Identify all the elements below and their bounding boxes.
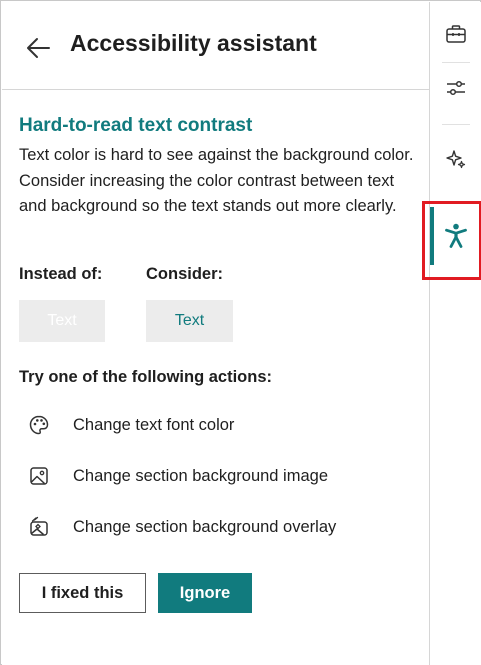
toolbox-button[interactable] xyxy=(430,12,481,56)
toolbar-divider xyxy=(442,124,470,125)
app-window: Accessibility assistant Hard-to-read tex… xyxy=(0,0,481,665)
sparkle-icon xyxy=(446,150,466,169)
design-ideas-button[interactable] xyxy=(430,137,481,181)
issue-description: Text color is hard to see against the ba… xyxy=(19,146,414,215)
sliders-icon xyxy=(447,80,465,96)
highlight-box xyxy=(422,201,481,280)
instead-of-label: Instead of: xyxy=(19,265,103,283)
action-label: Change text font color xyxy=(73,415,235,434)
panel-title: Accessibility assistant xyxy=(70,30,317,56)
consider-label: Consider: xyxy=(146,265,224,283)
accessibility-panel: Accessibility assistant Hard-to-read tex… xyxy=(2,2,429,665)
action-label: Change section background overlay xyxy=(73,517,337,536)
actions-heading: Try one of the following actions: xyxy=(19,368,273,386)
panel-header: Accessibility assistant xyxy=(2,2,429,90)
bad-contrast-sample: Text xyxy=(19,300,105,342)
toolbox-icon xyxy=(446,25,466,43)
image-overlay-icon xyxy=(27,515,51,539)
right-toolbar xyxy=(422,2,481,665)
palette-icon xyxy=(27,413,51,437)
image-icon xyxy=(27,464,51,488)
i-fixed-this-button[interactable]: I fixed this xyxy=(19,573,146,613)
back-button[interactable] xyxy=(22,32,54,64)
action-change-font-color[interactable]: Change text font color xyxy=(19,407,419,443)
action-change-background-overlay[interactable]: Change section background overlay xyxy=(19,509,419,545)
good-contrast-sample: Text xyxy=(146,300,233,342)
settings-sliders-button[interactable] xyxy=(430,66,481,110)
action-change-background-image[interactable]: Change section background image xyxy=(19,458,419,494)
action-label: Change section background image xyxy=(73,466,329,485)
arrow-left-icon xyxy=(27,38,50,58)
issue-title: Hard-to-read text contrast xyxy=(19,115,253,136)
toolbar-divider xyxy=(442,62,470,63)
ignore-button[interactable]: Ignore xyxy=(158,573,252,613)
